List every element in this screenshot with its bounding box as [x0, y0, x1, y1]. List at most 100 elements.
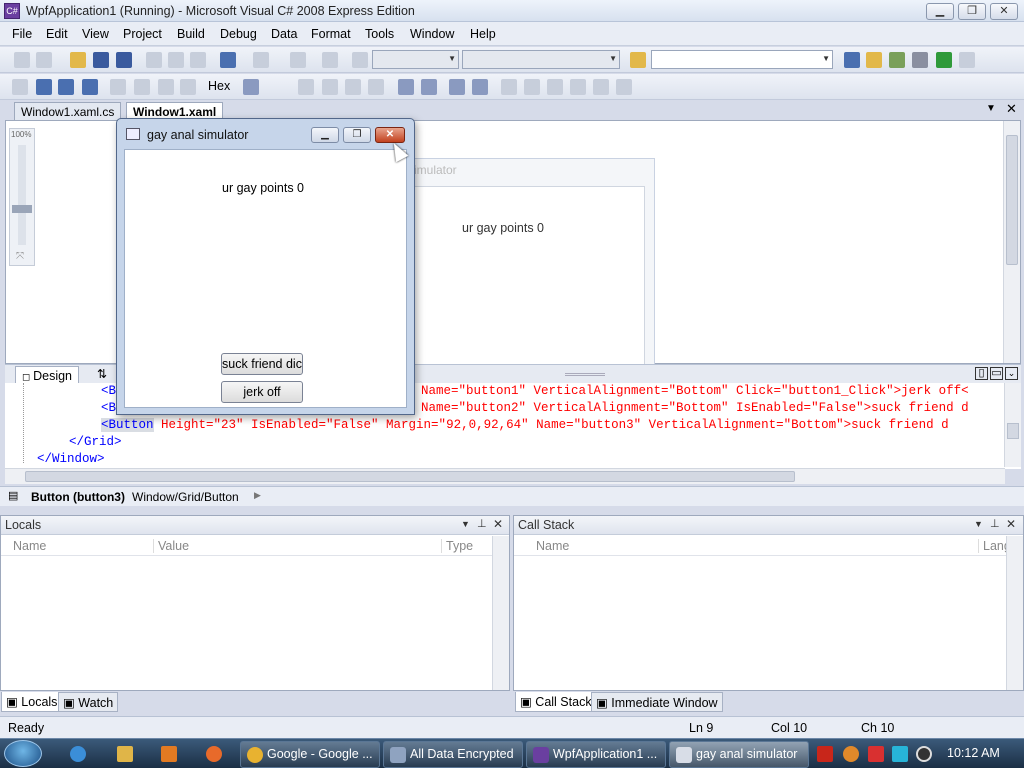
taskbar-item-all-data-encrypted[interactable]: All Data Encrypted: [383, 741, 523, 768]
paste-icon[interactable]: [190, 52, 206, 68]
media-player-icon[interactable]: [161, 746, 177, 762]
swap-panes-icon[interactable]: ⇅: [97, 367, 107, 381]
save-all-icon[interactable]: [116, 52, 132, 68]
internet-explorer-icon[interactable]: [70, 746, 86, 762]
comment-icon[interactable]: [449, 79, 465, 95]
explorer-icon[interactable]: [117, 746, 133, 762]
layout-icon[interactable]: [298, 79, 314, 95]
chevron-right-icon[interactable]: ▶: [254, 490, 261, 501]
column-type[interactable]: Type: [441, 539, 473, 553]
pointer-icon[interactable]: [345, 79, 361, 95]
step-out-icon[interactable]: [180, 79, 196, 95]
collapse-pane-icon[interactable]: ⌄: [1005, 367, 1018, 380]
navigate-icon[interactable]: [290, 52, 306, 68]
network-tray-icon[interactable]: [892, 746, 908, 762]
tab-list-dropdown-icon[interactable]: ▼: [986, 103, 996, 114]
step-over-icon[interactable]: [158, 79, 174, 95]
hex-button[interactable]: Hex: [208, 79, 230, 93]
bookmark-icon[interactable]: [501, 79, 517, 95]
locals-scrollbar[interactable]: [492, 536, 509, 690]
save-icon[interactable]: [93, 52, 109, 68]
tab-watch[interactable]: ▣ Watch: [58, 692, 119, 712]
platform-combo[interactable]: ▼: [462, 50, 620, 69]
menu-tools[interactable]: Tools: [365, 27, 394, 41]
maximize-button[interactable]: ❐: [958, 3, 986, 20]
taskbar-item-google[interactable]: Google - Google ...: [240, 741, 380, 768]
menu-debug[interactable]: Debug: [220, 27, 257, 41]
antivirus-tray-icon[interactable]: [817, 746, 833, 762]
continue-icon[interactable]: [12, 79, 28, 95]
find-in-files-icon[interactable]: [630, 52, 646, 68]
indent-icon[interactable]: [398, 79, 414, 95]
find-combo[interactable]: ▼: [651, 50, 833, 69]
start-debug-icon[interactable]: [352, 52, 368, 68]
tab-call-stack[interactable]: ▣ Call Stack: [515, 692, 597, 712]
close-panel-icon[interactable]: ✕: [493, 517, 503, 531]
close-panel-icon[interactable]: ✕: [1006, 517, 1016, 531]
menu-data[interactable]: Data: [271, 27, 297, 41]
close-tab-icon[interactable]: ✕: [1006, 101, 1017, 117]
breadcrumb-selected[interactable]: Button (button3): [31, 490, 125, 504]
redo-icon[interactable]: [253, 52, 269, 68]
scroll-thumb[interactable]: [1007, 423, 1019, 439]
menu-build[interactable]: Build: [177, 27, 205, 41]
menu-project[interactable]: Project: [123, 27, 162, 41]
call-stack-scrollbar[interactable]: [1006, 536, 1023, 690]
prev-bookmark-icon[interactable]: [524, 79, 540, 95]
menu-format[interactable]: Format: [311, 27, 351, 41]
close-button[interactable]: ✕: [990, 3, 1018, 20]
text-tool-icon[interactable]: [368, 79, 384, 95]
start-page-icon[interactable]: [936, 52, 952, 68]
app-maximize-button[interactable]: ❐: [343, 127, 371, 143]
menu-help[interactable]: Help: [470, 27, 496, 41]
print-icon[interactable]: [322, 52, 338, 68]
solution-explorer-icon[interactable]: [844, 52, 860, 68]
zoom-slider[interactable]: 100% ⤧: [9, 128, 35, 266]
tab-immediate-window[interactable]: ▣ Immediate Window: [591, 692, 723, 712]
tab-locals[interactable]: ▣ Locals: [1, 692, 63, 712]
open-file-icon[interactable]: [70, 52, 86, 68]
uncomment-icon[interactable]: [472, 79, 488, 95]
column-value[interactable]: Value: [153, 539, 189, 553]
new-project-icon[interactable]: [14, 52, 30, 68]
zoom-track[interactable]: [18, 145, 26, 245]
window-list-icon[interactable]: [959, 52, 975, 68]
properties-icon[interactable]: [866, 52, 882, 68]
splitter-grip[interactable]: [565, 373, 605, 376]
break-all-icon[interactable]: [36, 79, 52, 95]
clock[interactable]: 10:12 AM: [947, 746, 1000, 760]
align-icon[interactable]: [322, 79, 338, 95]
clear-bookmarks-icon[interactable]: [616, 79, 632, 95]
xaml-horizontal-scrollbar[interactable]: [5, 468, 1005, 484]
fit-icon[interactable]: ⤧: [16, 251, 24, 262]
taskbar-item-gay-anal-simulator[interactable]: gay anal simulator: [669, 741, 809, 768]
menu-file[interactable]: File: [12, 27, 32, 41]
app-quicklaunch-icon[interactable]: [206, 746, 222, 762]
restart-icon[interactable]: [82, 79, 98, 95]
volume-tray-icon[interactable]: [916, 746, 932, 762]
undo-icon[interactable]: [220, 52, 236, 68]
step-into-icon[interactable]: [134, 79, 150, 95]
menu-view[interactable]: View: [82, 27, 109, 41]
pin-icon[interactable]: ⊥: [990, 517, 1000, 530]
scroll-thumb[interactable]: [1006, 135, 1018, 265]
menu-window[interactable]: Window: [410, 27, 454, 41]
design-tab[interactable]: ◻ Design: [15, 366, 80, 384]
show-next-statement-icon[interactable]: [110, 79, 126, 95]
breakpoints-icon[interactable]: [243, 79, 259, 95]
jerk-off-button[interactable]: jerk off: [221, 381, 303, 403]
flag-tray-icon[interactable]: [868, 746, 884, 762]
object-browser-icon[interactable]: [889, 52, 905, 68]
app-minimize-button[interactable]: ▁: [311, 127, 339, 143]
horizontal-split-icon[interactable]: ▭: [990, 367, 1003, 380]
suck-friend-button[interactable]: suck friend dic: [221, 353, 303, 375]
breadcrumb-path[interactable]: Window/Grid/Button: [132, 490, 239, 504]
tab-window1-xaml-cs[interactable]: Window1.xaml.cs: [14, 102, 122, 120]
minimize-button[interactable]: ▁: [926, 3, 954, 20]
menu-edit[interactable]: Edit: [46, 27, 68, 41]
next-bookmark-icon[interactable]: [547, 79, 563, 95]
toolbox-icon[interactable]: [912, 52, 928, 68]
scroll-thumb[interactable]: [25, 471, 795, 482]
outdent-icon[interactable]: [421, 79, 437, 95]
copy-icon[interactable]: [168, 52, 184, 68]
